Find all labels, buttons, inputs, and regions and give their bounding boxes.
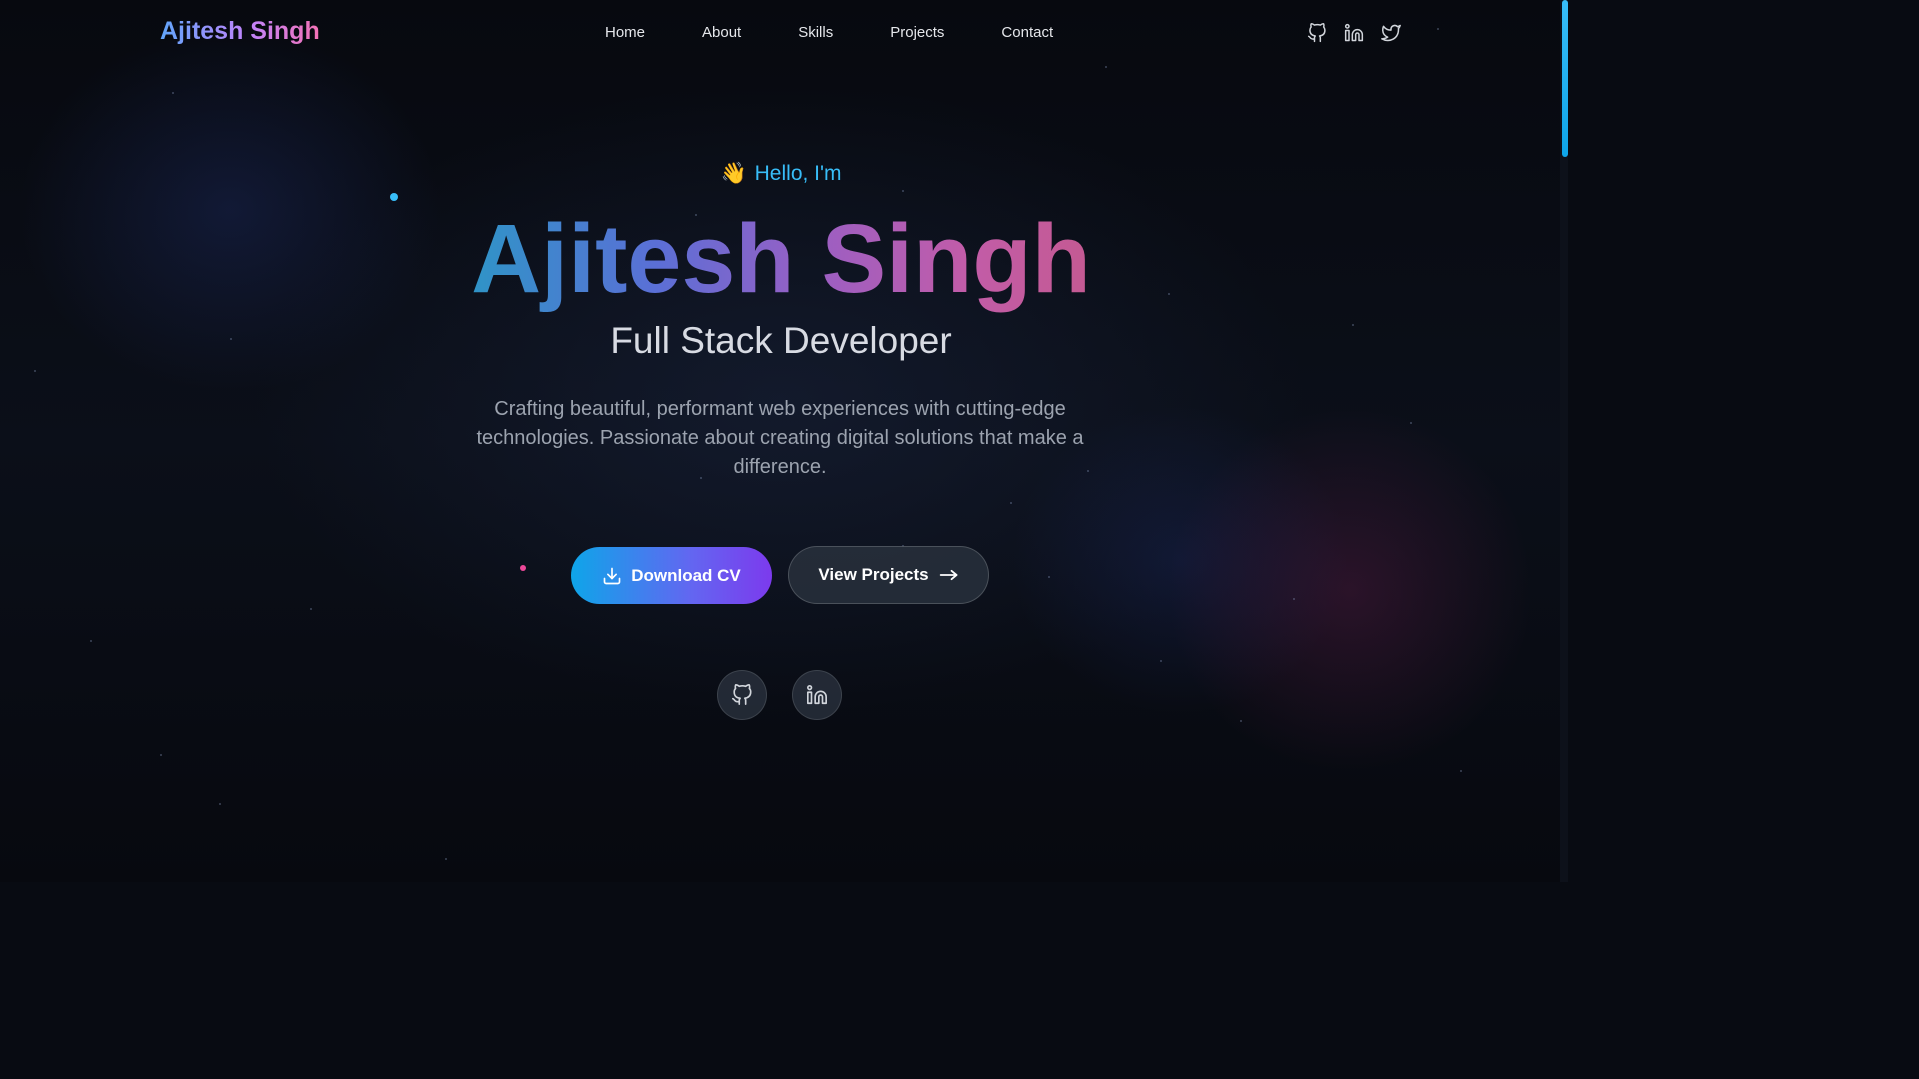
star [1293, 598, 1295, 600]
hero-github-icon[interactable] [717, 670, 767, 720]
hero-linkedin-icon[interactable] [792, 670, 842, 720]
download-cv-button[interactable]: Download CV [571, 547, 772, 604]
star [1010, 502, 1012, 504]
nav-about[interactable]: About [702, 24, 741, 41]
view-projects-label: View Projects [818, 565, 929, 584]
star [172, 92, 174, 94]
scrollbar-thumb[interactable] [1562, 0, 1568, 157]
linkedin-icon[interactable] [1343, 22, 1365, 44]
star [219, 803, 221, 805]
arrow-right-icon [939, 569, 958, 581]
star [1437, 28, 1439, 30]
star [34, 370, 36, 372]
download-cv-label: Download CV [631, 565, 741, 585]
floating-dot-blue [390, 193, 398, 201]
star [1410, 422, 1412, 424]
star [1240, 720, 1242, 722]
wave-emoji: 👋 [720, 162, 747, 185]
twitter-icon[interactable] [1380, 22, 1402, 44]
nav-home[interactable]: Home [605, 24, 645, 41]
github-icon[interactable] [1306, 22, 1328, 44]
star [90, 640, 92, 642]
site-logo[interactable]: Ajitesh Singh [160, 17, 320, 46]
main-nav: Home About Skills Projects Contact [605, 24, 1053, 41]
hero-role: Full Stack Developer [610, 320, 952, 361]
star [902, 190, 904, 192]
star [1105, 66, 1107, 68]
hero-description: Crafting beautiful, performant web exper… [476, 398, 1084, 478]
floating-dot-pink [520, 565, 526, 571]
portfolio-page: Ajitesh Singh Home About Skills Projects… [0, 0, 1568, 882]
star [1460, 770, 1462, 772]
nav-skills[interactable]: Skills [798, 24, 833, 41]
greeting-text: Hello, I'm [754, 162, 842, 185]
download-icon [603, 567, 621, 584]
nav-contact[interactable]: Contact [1001, 24, 1053, 41]
hero-name: Ajitesh Singh [0, 204, 1562, 314]
star [445, 858, 447, 860]
star [1048, 576, 1050, 578]
star [1160, 660, 1162, 662]
star [160, 754, 162, 756]
hero-greeting: 👋 Hello, I'm [0, 162, 1562, 186]
view-projects-button[interactable]: View Projects [788, 546, 989, 604]
star [310, 608, 312, 610]
hero-name-text: Ajitesh Singh [471, 204, 1091, 313]
nav-projects[interactable]: Projects [890, 24, 944, 41]
